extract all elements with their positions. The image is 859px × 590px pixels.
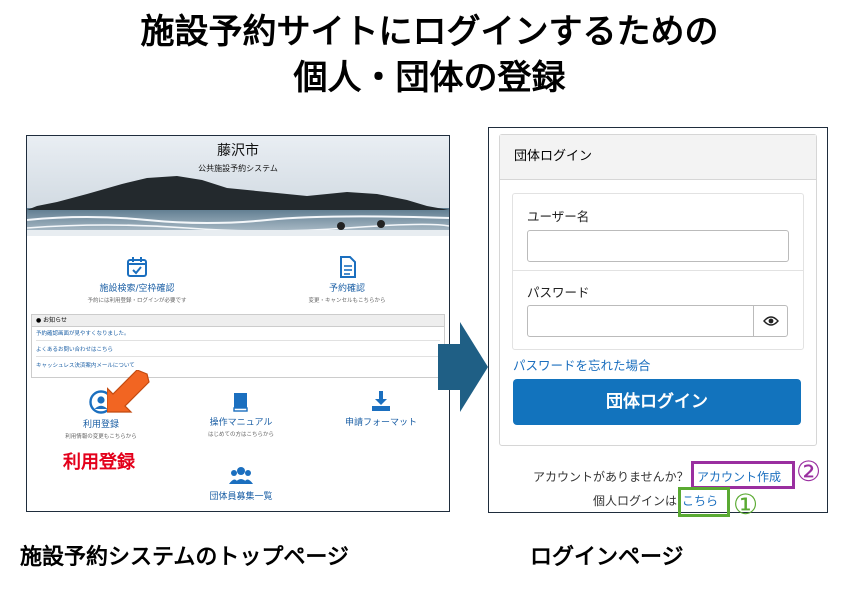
forgot-password-link[interactable]: パスワードを忘れた場合 bbox=[513, 355, 651, 374]
notice-box: ● お知らせ 予約確認画面が見やすくなりました。 よくあるお問い合わせはこちら … bbox=[31, 314, 445, 378]
username-label: ユーザー名 bbox=[527, 209, 590, 224]
login-card: 団体ログイン ユーザー名 パスワード パスワードを忘れた場合 団体ログイン bbox=[499, 134, 817, 446]
login-card-header: 団体ログイン bbox=[500, 135, 816, 180]
tile-label: 申請フォーマット bbox=[344, 418, 417, 428]
password-input[interactable] bbox=[527, 305, 755, 337]
no-account-text: アカウントがありませんか？ bbox=[533, 470, 689, 484]
tile-sub: はじめての方はこちらから bbox=[207, 432, 274, 438]
calendar-check-icon bbox=[127, 257, 147, 277]
top-page-screenshot: 藤沢市 公共施設予約システム 施設検索/空枠確認 予約には利用登録・ログインが必… bbox=[26, 135, 450, 512]
callout-number-2: ② bbox=[796, 455, 822, 488]
system-name: 公共施設予約システム bbox=[198, 164, 278, 173]
divider bbox=[513, 270, 803, 271]
download-icon bbox=[372, 391, 390, 411]
notice-item-text: よくあるお問い合わせはこちら bbox=[36, 347, 114, 353]
tile-reservation-check[interactable]: 予約確認 変更・キャンセルもこちらから bbox=[267, 256, 427, 304]
password-label: パスワード bbox=[527, 285, 590, 300]
show-password-button[interactable] bbox=[753, 305, 788, 337]
tile-manual[interactable]: 操作マニュアル はじめての方はこちらから bbox=[161, 390, 321, 438]
callout-box-personal-login bbox=[678, 487, 730, 517]
book-icon bbox=[233, 393, 248, 412]
eye-icon bbox=[762, 316, 779, 326]
tile-label: 予約確認 bbox=[328, 284, 365, 294]
tile-label: 施設検索/空枠確認 bbox=[99, 284, 175, 294]
tile-group-members[interactable]: 団体員募集一覧 bbox=[161, 464, 321, 502]
group-login-button[interactable]: 団体ログイン bbox=[513, 379, 801, 425]
tile-user-registration[interactable]: 利用登録 利用情報の変更もこちらから bbox=[27, 390, 181, 440]
info-icon: ● bbox=[36, 317, 42, 324]
credentials-box: ユーザー名 パスワード bbox=[512, 193, 804, 350]
tile-application-format[interactable]: 申請フォーマット bbox=[301, 390, 449, 428]
big-right-arrow-icon bbox=[438, 322, 488, 412]
notice-item-text: キャッシュレス決済案内メールについて bbox=[36, 363, 135, 369]
slide-title-line-1: 施設予約サイトにログインするための bbox=[140, 12, 719, 52]
login-card-title: 団体ログイン bbox=[514, 149, 593, 164]
tile-sub: 予約には利用登録・ログインが必要です bbox=[87, 298, 187, 304]
callout-number-1: ① bbox=[733, 488, 759, 521]
notice-header: ● お知らせ bbox=[32, 315, 444, 327]
caption-login-page: ログインページ bbox=[530, 545, 684, 570]
registration-highlight-label: 利用登録 bbox=[63, 452, 135, 473]
orange-pointer-arrow-icon bbox=[107, 370, 150, 413]
callout-box-create-account bbox=[691, 461, 795, 489]
document-icon bbox=[340, 256, 356, 278]
tile-label: 団体員募集一覧 bbox=[209, 492, 273, 502]
tile-facility-search[interactable]: 施設検索/空枠確認 予約には利用登録・ログインが必要です bbox=[57, 256, 217, 304]
personal-login-text: 個人ログインは bbox=[593, 494, 678, 508]
caption-top-page: 施設予約システムのトップページ bbox=[20, 545, 349, 570]
slide-title-line-2: 個人・団体の登録 bbox=[293, 58, 566, 98]
notice-heading: お知らせ bbox=[43, 317, 68, 324]
tile-sub: 変更・キャンセルもこちらから bbox=[308, 298, 386, 304]
notice-item[interactable]: よくあるお問い合わせはこちら bbox=[36, 345, 440, 357]
tile-label: 利用登録 bbox=[82, 420, 119, 430]
tile-label: 操作マニュアル bbox=[209, 418, 273, 428]
notice-item[interactable]: キャッシュレス決済案内メールについて bbox=[36, 361, 440, 372]
notice-item-text: 予約確認画面が見やすくなりました。 bbox=[36, 331, 130, 337]
tile-sub: 利用情報の変更もこちらから bbox=[65, 434, 137, 440]
users-icon bbox=[229, 467, 253, 484]
city-name: 藤沢市 bbox=[217, 143, 259, 159]
username-input[interactable] bbox=[527, 230, 789, 262]
login-page-screenshot: 団体ログイン ユーザー名 パスワード パスワードを忘れた場合 団体ログイン アカ… bbox=[488, 127, 828, 513]
notice-item[interactable]: 予約確認画面が見やすくなりました。 bbox=[36, 329, 440, 341]
